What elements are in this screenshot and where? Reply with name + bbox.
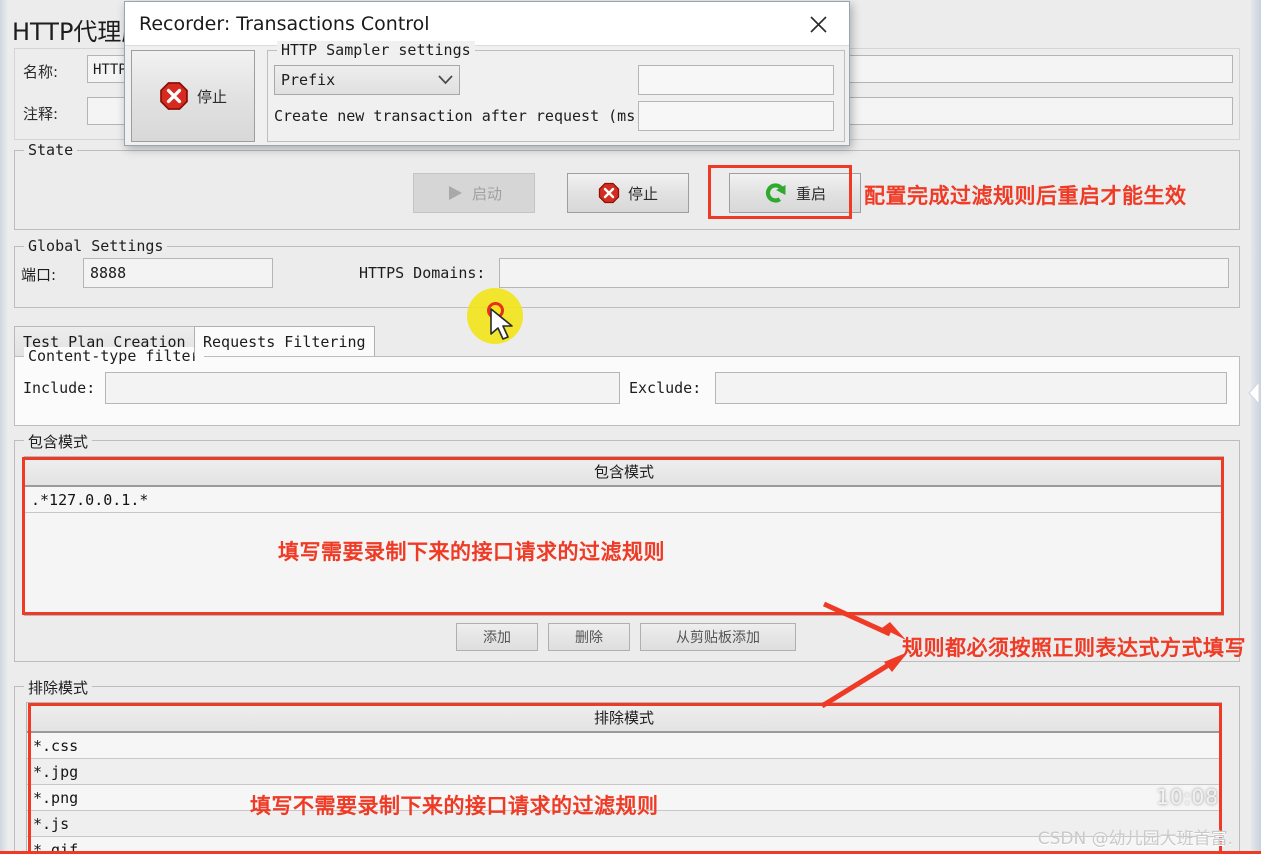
- global-settings-panel: Global Settings 端口: 8888 HTTPS Domains:: [14, 237, 1240, 308]
- transaction-interval-input[interactable]: [638, 101, 834, 131]
- dialog-title-bar: Recorder: Transactions Control: [125, 2, 849, 46]
- close-icon[interactable]: [795, 8, 841, 40]
- dialog-stop-button[interactable]: 停止: [131, 50, 255, 142]
- content-type-filter-panel: Content-type filter Include: Exclude:: [14, 347, 1240, 426]
- chevron-down-icon: [438, 75, 453, 85]
- exclude-patterns-legend: 排除模式: [24, 677, 93, 698]
- transaction-interval-label: Create new transaction after request (ms…: [274, 107, 654, 125]
- https-domains-label: HTTPS Domains:: [359, 264, 486, 282]
- table-row[interactable]: *.css: [27, 733, 1221, 759]
- tab-requests-filtering-label: Requests Filtering: [203, 332, 366, 351]
- recorder-transactions-control-dialog: Recorder: Transactions Control 停止 HTTP S…: [124, 1, 850, 146]
- annotation-include-note: 填写需要录制下来的接口请求的过滤规则: [278, 540, 665, 564]
- stop-icon: [159, 81, 189, 111]
- stop-icon: [598, 182, 620, 204]
- exclude-label: Exclude:: [629, 379, 702, 397]
- table-row[interactable]: *.jpg: [27, 759, 1221, 785]
- port-label: 端口:: [21, 266, 57, 284]
- annotation-exclude-note: 填写不需要录制下来的接口请求的过滤规则: [250, 794, 659, 818]
- tab-requests-filtering[interactable]: Requests Filtering: [194, 326, 375, 356]
- name-label: 名称:: [23, 63, 59, 81]
- delete-pattern-button[interactable]: 删除: [548, 623, 630, 651]
- screen-root: HTTP代理服 名称: HTTP代 注释: State 启动 停止 重启 Glo…: [0, 0, 1261, 854]
- include-patterns-column-header[interactable]: 包含模式: [25, 457, 1223, 487]
- restart-icon: [764, 182, 788, 204]
- dialog-title: Recorder: Transactions Control: [139, 13, 430, 35]
- port-input[interactable]: 8888: [83, 258, 273, 288]
- window-right-edge: [1249, 0, 1261, 854]
- add-from-clipboard-button[interactable]: 从剪贴板添加: [640, 623, 796, 651]
- clock-overlay: 10:08: [1156, 785, 1219, 809]
- add-from-clipboard-button-label: 从剪贴板添加: [676, 630, 760, 646]
- prefix-value-input[interactable]: [638, 65, 834, 95]
- restart-button-label: 重启: [795, 184, 826, 203]
- table-row[interactable]: .*127.0.0.1.*: [25, 487, 1223, 513]
- dialog-stop-button-label: 停止: [196, 87, 227, 106]
- chevron-left-icon[interactable]: [1247, 378, 1261, 408]
- annotation-regex-note: 规则都必须按照正则表达式方式填写: [902, 636, 1246, 660]
- window-left-edge: [0, 0, 9, 854]
- annotation-restart-note: 配置完成过滤规则后重启才能生效: [864, 184, 1187, 208]
- exclude-content-type-input[interactable]: [715, 372, 1227, 404]
- delete-pattern-button-label: 删除: [575, 630, 603, 646]
- https-domains-input[interactable]: [499, 258, 1229, 288]
- include-patterns-legend: 包含模式: [24, 431, 93, 452]
- start-button-label: 启动: [471, 184, 502, 203]
- start-button[interactable]: 启动: [413, 173, 535, 213]
- prefix-select[interactable]: Prefix: [274, 65, 460, 95]
- content-type-filter-legend: Content-type filter: [24, 347, 204, 365]
- state-legend: State: [24, 141, 78, 159]
- stop-button-label: 停止: [627, 184, 658, 203]
- stop-button[interactable]: 停止: [567, 173, 689, 213]
- http-sampler-settings-panel: HTTP Sampler settings Prefix Create new …: [267, 41, 845, 142]
- watermark: CSDN @幼儿园大班首富.: [1037, 829, 1233, 849]
- comment-label: 注释:: [23, 105, 59, 123]
- http-sampler-settings-legend: HTTP Sampler settings: [277, 41, 475, 59]
- include-label: Include:: [23, 379, 96, 397]
- include-patterns-body: .*127.0.0.1.*: [25, 487, 1223, 513]
- play-icon: [446, 184, 464, 202]
- prefix-select-value: Prefix: [281, 71, 336, 89]
- restart-button[interactable]: 重启: [729, 173, 861, 213]
- add-pattern-button-label: 添加: [483, 630, 511, 646]
- global-settings-legend: Global Settings: [24, 237, 168, 255]
- include-content-type-input[interactable]: [105, 372, 620, 404]
- add-pattern-button[interactable]: 添加: [456, 623, 538, 651]
- exclude-patterns-column-header[interactable]: 排除模式: [27, 703, 1221, 733]
- tab-strip: Test Plan Creation Requests Filtering: [14, 326, 1240, 356]
- mouse-cursor-icon: [490, 308, 513, 340]
